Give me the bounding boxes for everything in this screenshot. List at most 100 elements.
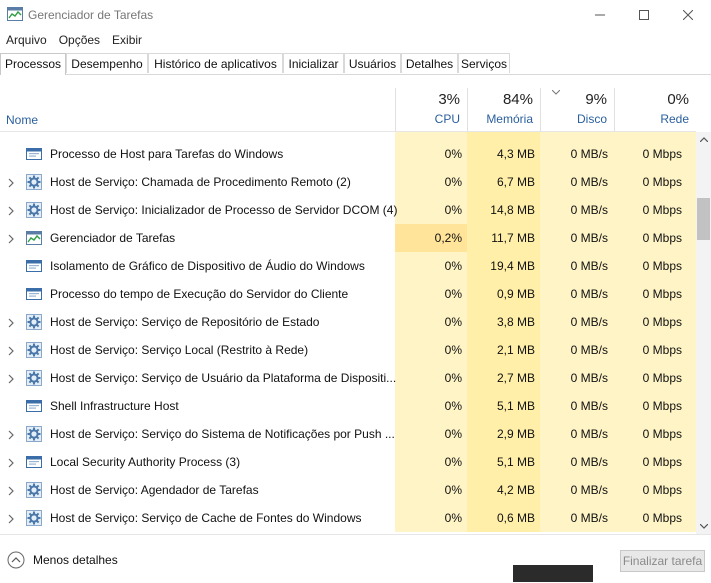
chevron-right-icon[interactable] [7, 457, 15, 468]
table-row[interactable]: Shell Infrastructure Host 0% 5,1 MB 0 MB/s 0… [0, 392, 696, 420]
network-label: Rede [660, 112, 689, 126]
close-button[interactable] [665, 0, 711, 30]
network-value: 0 Mbps [642, 315, 682, 329]
scroll-thumb[interactable] [697, 198, 710, 240]
title-bar: Gerenciador de Tarefas [0, 0, 711, 30]
tab-processos[interactable]: Processos [0, 53, 66, 75]
disk-value: 0 MB/s [570, 483, 608, 497]
cpu-value: 0% [444, 427, 462, 441]
memory-value: 11,7 MB [491, 231, 535, 245]
cpu-value: 0% [444, 175, 462, 189]
table-row[interactable]: Processo de Host para Tarefas do Windows… [0, 140, 696, 168]
disk-total: 9% [585, 91, 607, 108]
minimize-icon [595, 14, 605, 16]
gear-icon [26, 482, 42, 498]
disk-value: 0 MB/s [570, 427, 608, 441]
tab-desempenho[interactable]: Desempenho [66, 53, 148, 73]
table-row[interactable]: Host de Serviço: Inicializador de Proces… [0, 196, 696, 224]
process-name: Shell Infrastructure Host [50, 399, 179, 413]
tab-detalhes[interactable]: Detalhes [401, 53, 458, 73]
gear-icon [26, 510, 42, 526]
cpu-value: 0% [444, 483, 462, 497]
cpu-value: 0,2% [434, 231, 462, 245]
table-row[interactable]: Host de Serviço: Serviço de Repositório … [0, 308, 696, 336]
table-row[interactable]: Host de Serviço: Serviço do Sistema de N… [0, 420, 696, 448]
disk-label: Disco [576, 112, 607, 126]
table-row[interactable]: Host de Serviço: Serviço de Usuário da P… [0, 364, 696, 392]
table-row[interactable]: Gerenciador de Tarefas 0,2% 11,7 MB 0 MB/s 0… [0, 224, 696, 252]
memory-value: 4,2 MB [496, 483, 535, 497]
network-value: 0 Mbps [642, 483, 682, 497]
cpu-label: CPU [434, 112, 460, 126]
tab-servicos[interactable]: Serviços [458, 53, 510, 73]
memory-value: 3,8 MB [496, 315, 535, 329]
cpu-value: 0% [444, 287, 462, 301]
task-manager-icon [7, 7, 23, 21]
chevron-right-icon[interactable] [7, 429, 15, 440]
disk-value: 0 MB/s [570, 287, 608, 301]
network-value: 0 Mbps [642, 175, 682, 189]
cpu-value: 0% [444, 147, 462, 161]
network-value: 0 Mbps [642, 259, 682, 273]
chevron-right-icon[interactable] [7, 485, 15, 496]
network-value: 0 Mbps [642, 343, 682, 357]
memory-value: 14,8 MB [490, 203, 535, 217]
chevron-right-icon[interactable] [7, 317, 15, 328]
chevron-right-icon[interactable] [7, 205, 15, 216]
menu-arquivo[interactable]: Arquivo [0, 30, 53, 50]
chevron-right-icon[interactable] [7, 177, 15, 188]
chevron-right-icon[interactable] [7, 513, 15, 524]
table-row[interactable]: Host de Serviço: Chamada de Procedimento… [0, 168, 696, 196]
table-row[interactable]: Host de Serviço: Serviço de Cache de Fon… [0, 504, 696, 532]
column-memory[interactable]: 84% Memória [467, 88, 540, 131]
tab-usuarios[interactable]: Usuários [344, 53, 401, 73]
network-value: 0 Mbps [642, 371, 682, 385]
disk-value: 0 MB/s [570, 371, 608, 385]
scroll-up-button[interactable] [696, 132, 711, 147]
table-row[interactable]: Processo do tempo de Execução do Servido… [0, 280, 696, 308]
table-row[interactable]: Host de Serviço: Serviço Local (Restrito… [0, 336, 696, 364]
table-row[interactable]: Isolamento de Gráfico de Dispositivo de … [0, 252, 696, 280]
end-task-button[interactable]: Finalizar tarefa [620, 550, 705, 572]
column-network[interactable]: 0% Rede [614, 88, 696, 131]
disk-value: 0 MB/s [570, 147, 608, 161]
disk-value: 0 MB/s [570, 511, 608, 525]
gear-icon [26, 370, 42, 386]
minimize-button[interactable] [577, 0, 623, 30]
cpu-value: 0% [444, 455, 462, 469]
chevron-right-icon[interactable] [7, 373, 15, 384]
menu-opcoes[interactable]: Opções [53, 30, 106, 50]
process-name: Processo do tempo de Execução do Servido… [50, 287, 349, 301]
gear-icon [26, 314, 42, 330]
table-row[interactable]: Local Security Authority Process (3) 0% 5,… [0, 448, 696, 476]
window-icon [26, 398, 42, 414]
process-name: Host de Serviço: Agendador de Tarefas [50, 483, 259, 497]
maximize-button[interactable] [621, 0, 667, 30]
memory-label: Memória [486, 112, 533, 126]
scroll-down-button[interactable] [696, 519, 711, 534]
column-header: Nome 3% CPU 84% Memória 9% Disco 0% Rede [0, 88, 696, 132]
chevron-right-icon[interactable] [7, 345, 15, 356]
process-name: Host de Serviço: Serviço de Repositório … [50, 315, 320, 329]
memory-value: 0,9 MB [496, 287, 535, 301]
table-row[interactable]: Host de Serviço: Agendador de Tarefas 0% 4… [0, 476, 696, 504]
tab-historico-aplicativos[interactable]: Histórico de aplicativos [148, 53, 283, 73]
network-value: 0 Mbps [642, 399, 682, 413]
chevron-down-icon [699, 524, 708, 529]
network-value: 0 Mbps [642, 147, 682, 161]
tab-inicializar[interactable]: Inicializar [283, 53, 344, 73]
network-value: 0 Mbps [642, 427, 682, 441]
window-icon [26, 146, 42, 162]
chevron-right-icon[interactable] [7, 233, 15, 244]
fewer-details-button[interactable]: Menos detalhes [7, 550, 118, 570]
memory-value: 2,7 MB [496, 371, 535, 385]
vertical-scrollbar[interactable] [696, 132, 711, 534]
column-name[interactable]: Nome [6, 113, 38, 127]
chevron-up-icon [699, 137, 708, 142]
menu-exibir[interactable]: Exibir [106, 30, 148, 50]
process-name: Gerenciador de Tarefas [50, 231, 176, 245]
column-cpu[interactable]: 3% CPU [395, 88, 467, 131]
network-value: 0 Mbps [642, 455, 682, 469]
memory-value: 2,9 MB [496, 427, 535, 441]
process-list: Processo de Host para Tarefas do Windows… [0, 132, 696, 532]
